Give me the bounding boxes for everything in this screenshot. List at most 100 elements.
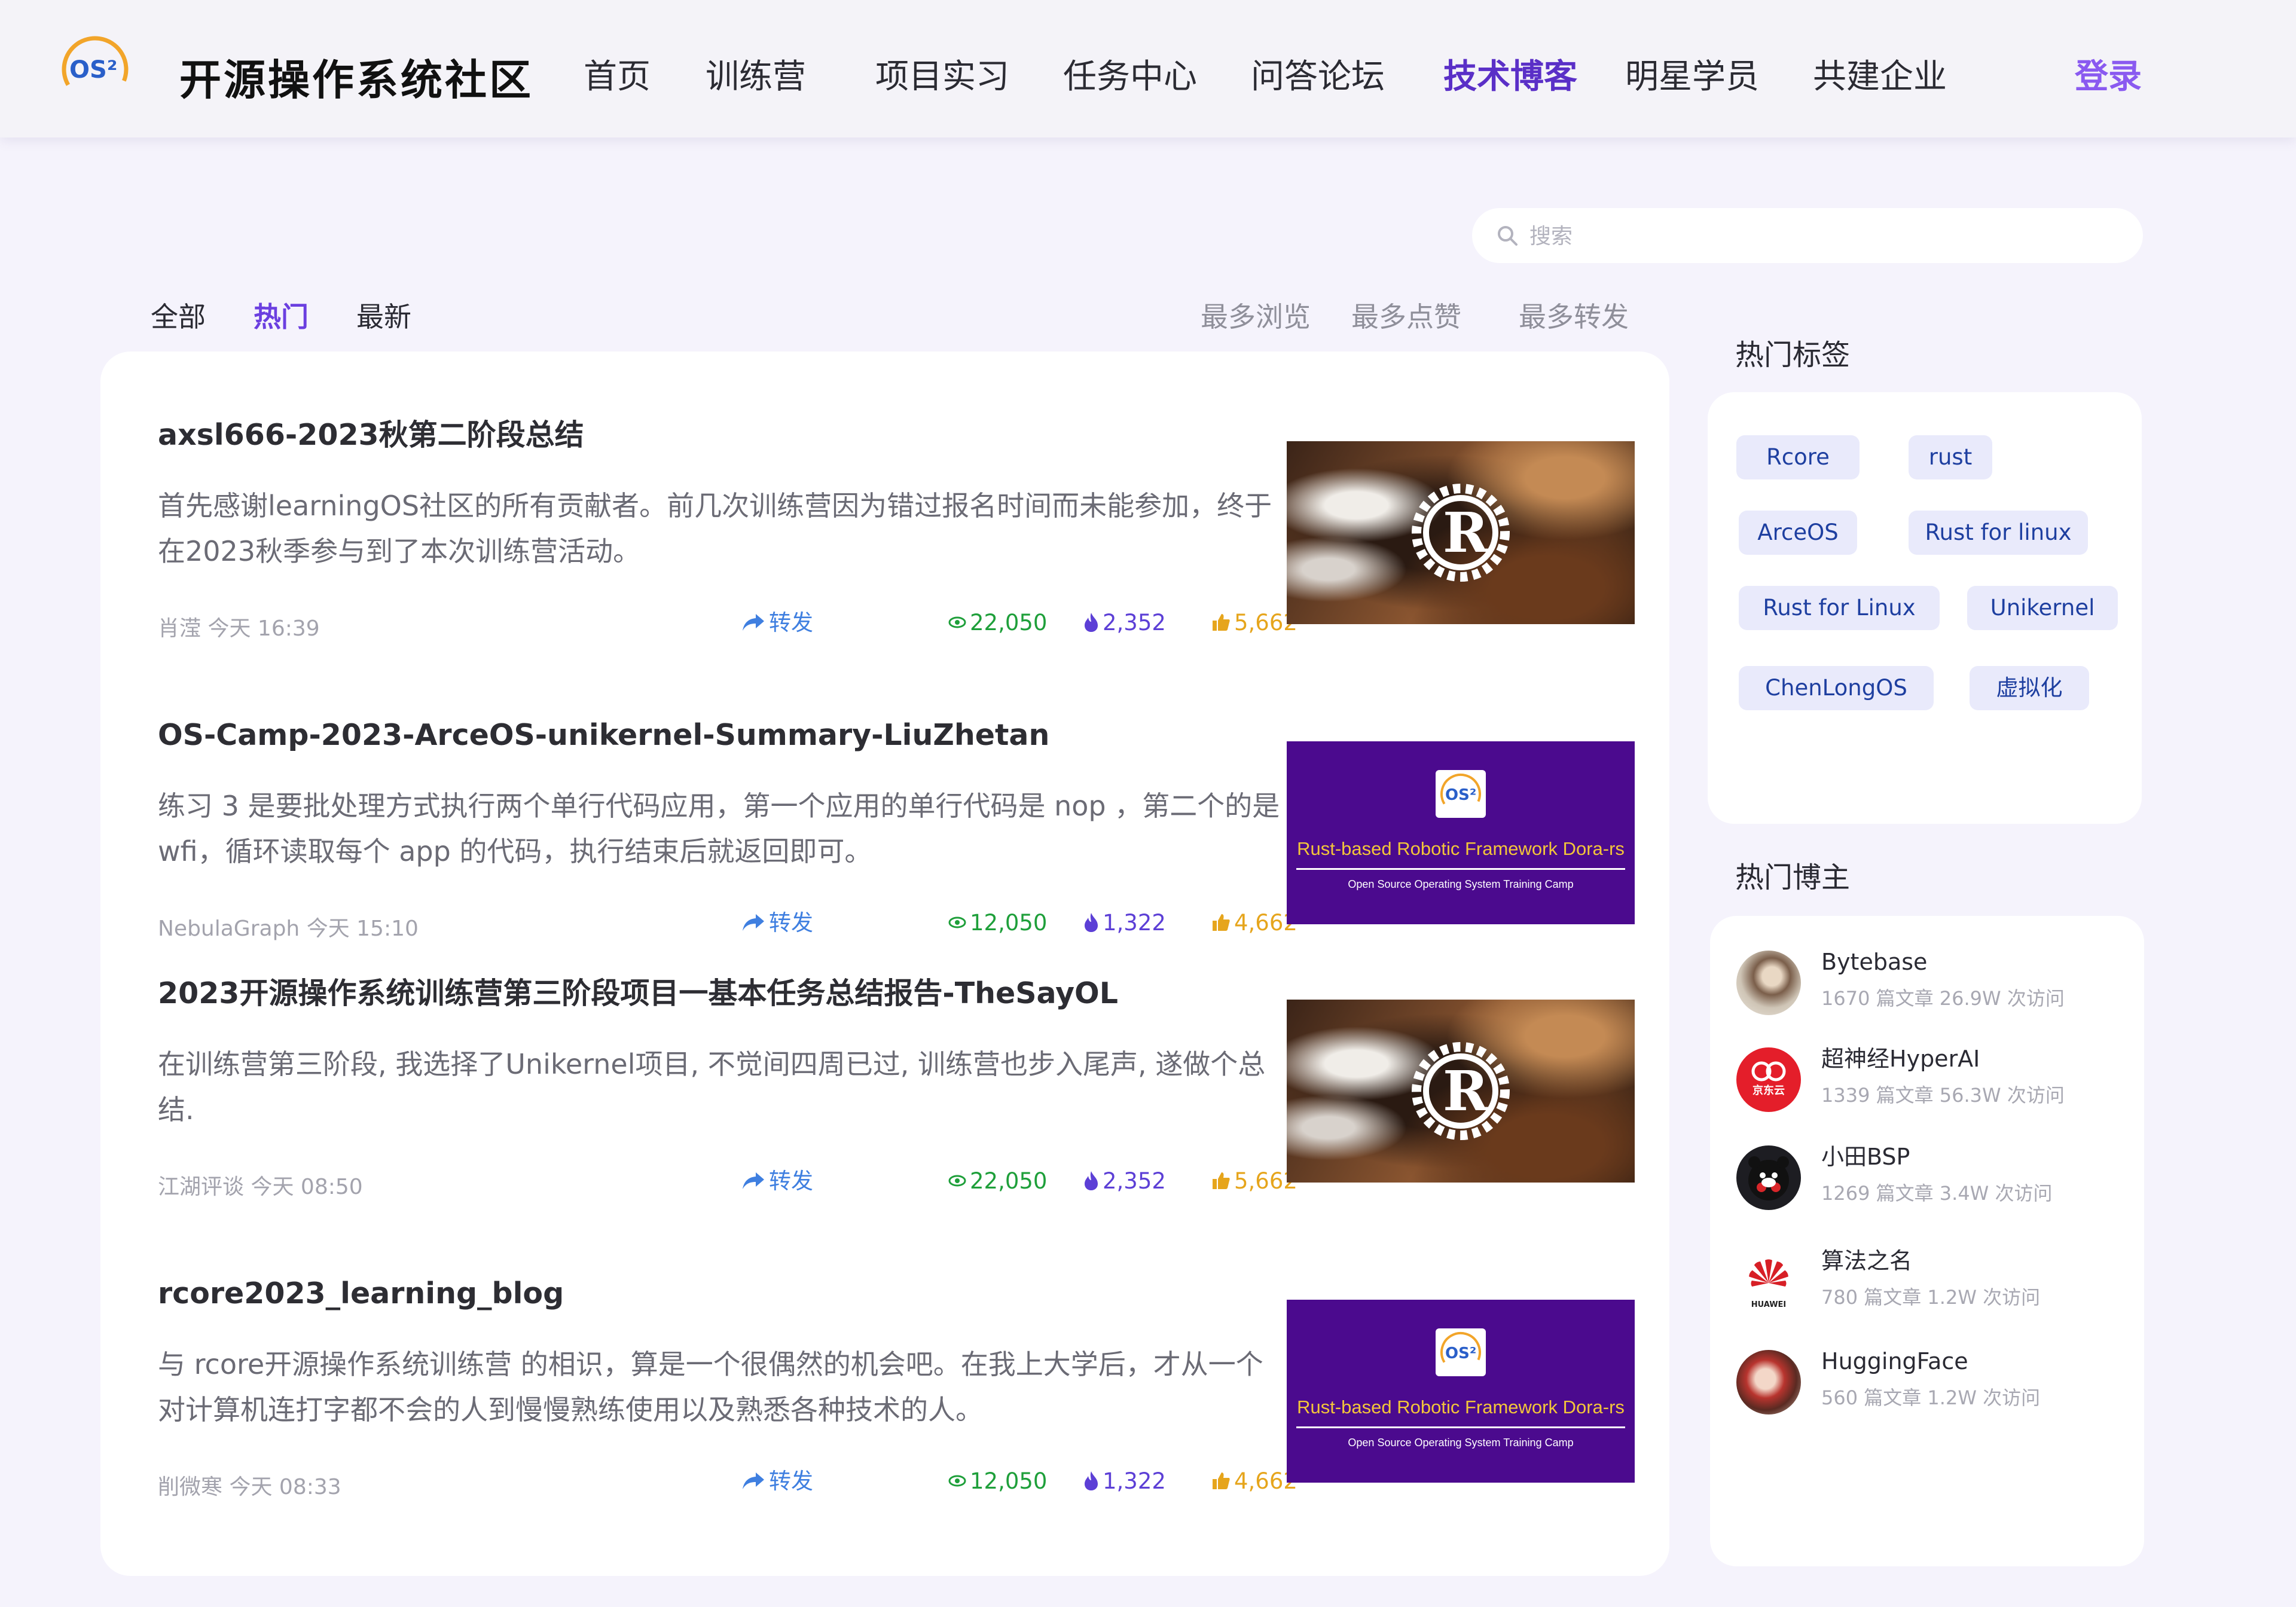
jd-cloud-icon: 京东云	[1751, 1061, 1786, 1097]
post-author[interactable]: 削微寒	[158, 1475, 222, 1499]
post-author[interactable]: 江湖评谈	[158, 1175, 244, 1199]
nav-internship[interactable]: 项目实习	[875, 56, 1009, 98]
post-thumbnail-rust[interactable]: R	[1287, 441, 1635, 624]
login-button[interactable]: 登录	[2075, 56, 2142, 98]
sort-most-shared[interactable]: 最多转发	[1519, 299, 1629, 335]
post-title[interactable]: 2023开源操作系统训练营第三阶段项目一基本任务总结报告-TheSayOL	[158, 974, 1294, 1013]
tag-chenlongos[interactable]: ChenLongOS	[1739, 666, 1934, 710]
post-title[interactable]: axsl666-2023秋第二阶段总结	[158, 416, 1294, 454]
nav-qa-forum[interactable]: 问答论坛	[1251, 56, 1385, 98]
blogger-item[interactable]: HUAWEI 算法之名 780 篇文章 1.2W 次访问	[1736, 1244, 2119, 1321]
nav-task-center[interactable]: 任务中心	[1063, 56, 1197, 98]
like-count[interactable]: 5,662	[1211, 1167, 1297, 1196]
hot-count-value: 2,352	[1103, 1168, 1166, 1194]
hot-count-value: 1,322	[1103, 1468, 1166, 1494]
tag-arceos[interactable]: ArceOS	[1739, 511, 1857, 555]
post-excerpt: 练习 3 是要批处理方式执行两个单行代码应用，第一个应用的单行代码是 nop ，…	[158, 790, 1280, 867]
post-author[interactable]: NebulaGraph	[158, 916, 300, 941]
nav-training-camp[interactable]: 训练营	[706, 56, 806, 98]
avatar[interactable]	[1736, 951, 1801, 1015]
blogger-item[interactable]: 京东云 超神经HyperAI 1339 篇文章 56.3W 次访问	[1736, 1041, 2119, 1119]
post-title[interactable]: rcore2023_learning_blog	[158, 1275, 1294, 1313]
avatar[interactable]: 京东云	[1736, 1047, 1801, 1112]
hot-tags-heading: 热门标签	[1735, 338, 1851, 372]
share-button[interactable]: 转发	[741, 909, 813, 937]
post-thumbnail-dora[interactable]: OS² Rust-based Robotic Framework Dora-rs…	[1287, 1300, 1635, 1483]
tab-hot[interactable]: 热门	[254, 299, 309, 335]
post-meta: 肖滢 今天 16:39	[158, 615, 320, 643]
view-count: 12,050	[948, 1467, 1047, 1496]
tag-unikernel[interactable]: Unikernel	[1967, 586, 2118, 630]
like-count[interactable]: 5,662	[1211, 609, 1297, 637]
post-excerpt: 首先感谢learningOS社区的所有贡献者。前几次训练营因为错过报名时间而未能…	[158, 490, 1272, 567]
share-button[interactable]: 转发	[741, 1467, 813, 1496]
post-item[interactable]: rcore2023_learning_blog 与 rcore开源操作系统训练营…	[158, 1275, 1635, 1526]
avatar[interactable]	[1736, 1350, 1801, 1414]
tab-latest[interactable]: 最新	[356, 299, 411, 335]
like-count[interactable]: 4,662	[1211, 909, 1297, 937]
tag-rcore[interactable]: Rcore	[1736, 435, 1860, 479]
search-icon	[1498, 226, 1518, 246]
blogger-name[interactable]: 算法之名	[1821, 1246, 1912, 1276]
blogger-item[interactable]: HuggingFace 560 篇文章 1.2W 次访问	[1736, 1344, 2119, 1422]
thumbs-up-icon	[1213, 1472, 1230, 1489]
share-button[interactable]: 转发	[741, 1167, 813, 1196]
post-feed: axsl666-2023秋第二阶段总结 首先感谢learningOS社区的所有贡…	[100, 352, 1669, 1576]
post-thumbnail-rust[interactable]: R	[1287, 1000, 1635, 1183]
view-count: 12,050	[948, 909, 1047, 937]
eye-icon	[948, 616, 966, 628]
post-thumbnail-dora[interactable]: OS² Rust-based Robotic Framework Dora-rs…	[1287, 741, 1635, 924]
post-time: 今天 08:50	[251, 1175, 363, 1199]
blogger-stats: 1339 篇文章 56.3W 次访问	[1821, 1084, 2065, 1107]
blogger-item[interactable]: Bytebase 1670 篇文章 26.9W 次访问	[1736, 945, 2119, 1022]
thumbs-up-icon	[1213, 914, 1230, 931]
tag-rust[interactable]: rust	[1909, 435, 1992, 479]
nav-star-students[interactable]: 明星学员	[1625, 56, 1759, 98]
like-count[interactable]: 4,662	[1211, 1467, 1297, 1496]
sort-most-viewed[interactable]: 最多浏览	[1201, 299, 1311, 335]
search-input[interactable]	[1528, 216, 2117, 256]
search-box[interactable]	[1472, 208, 2143, 263]
site-name[interactable]: 开源操作系统社区	[179, 55, 533, 105]
nav-home[interactable]: 首页	[584, 56, 651, 98]
banner-title: Rust-based Robotic Framework Dora-rs	[1297, 838, 1625, 859]
post-author[interactable]: 肖滢	[158, 616, 201, 641]
post-excerpt: 与 rcore开源操作系统训练营 的相识，算是一个很偶然的机会吧。在我上大学后，…	[158, 1348, 1263, 1426]
post-item[interactable]: 2023开源操作系统训练营第三阶段项目一基本任务总结报告-TheSayOL 在训…	[158, 974, 1635, 1226]
eye-icon	[948, 1475, 966, 1486]
eye-icon	[948, 916, 966, 928]
blogger-name[interactable]: 超神经HyperAI	[1821, 1044, 1980, 1074]
tag-rust-for-linux-2[interactable]: Rust for Linux	[1739, 586, 1940, 630]
view-count-value: 12,050	[970, 1468, 1048, 1494]
share-label: 转发	[769, 610, 813, 636]
rust-logo-icon: R	[1412, 484, 1510, 582]
os-logo-icon: OS²	[1436, 1328, 1486, 1376]
share-label: 转发	[769, 910, 813, 936]
post-item[interactable]: OS-Camp-2023-ArceOS-unikernel-Summary-Li…	[158, 716, 1635, 967]
view-count-value: 22,050	[970, 1168, 1048, 1194]
avatar[interactable]	[1736, 1145, 1801, 1210]
tag-rust-for-linux[interactable]: Rust for linux	[1909, 511, 2088, 555]
blogger-stats: 560 篇文章 1.2W 次访问	[1821, 1386, 2041, 1409]
post-meta: NebulaGraph 今天 15:10	[158, 915, 419, 943]
sort-most-liked[interactable]: 最多点赞	[1351, 299, 1461, 335]
nav-partners[interactable]: 共建企业	[1813, 56, 1947, 98]
blogger-name[interactable]: 小田BSP	[1821, 1142, 1910, 1172]
share-icon	[743, 613, 764, 631]
blogger-name[interactable]: HuggingFace	[1821, 1346, 1968, 1376]
tab-all[interactable]: 全部	[151, 299, 206, 335]
post-time: 今天 16:39	[207, 616, 320, 641]
tag-virtualization[interactable]: 虚拟化	[1970, 666, 2089, 710]
banner-divider	[1296, 1426, 1625, 1428]
avatar[interactable]: HUAWEI	[1736, 1249, 1801, 1314]
share-button[interactable]: 转发	[741, 609, 813, 637]
fire-icon	[1085, 912, 1098, 932]
blogger-name[interactable]: Bytebase	[1821, 947, 1927, 977]
post-title[interactable]: OS-Camp-2023-ArceOS-unikernel-Summary-Li…	[158, 716, 1294, 754]
nav-tech-blog[interactable]: 技术博客	[1443, 56, 1577, 98]
os-logo-icon[interactable]: OS²	[59, 33, 132, 106]
blogger-item[interactable]: 小田BSP 1269 篇文章 3.4W 次访问	[1736, 1139, 2119, 1217]
post-item[interactable]: axsl666-2023秋第二阶段总结 首先感谢learningOS社区的所有贡…	[158, 416, 1635, 667]
post-time: 今天 15:10	[306, 916, 419, 941]
huawei-icon: HUAWEI	[1749, 1259, 1788, 1309]
